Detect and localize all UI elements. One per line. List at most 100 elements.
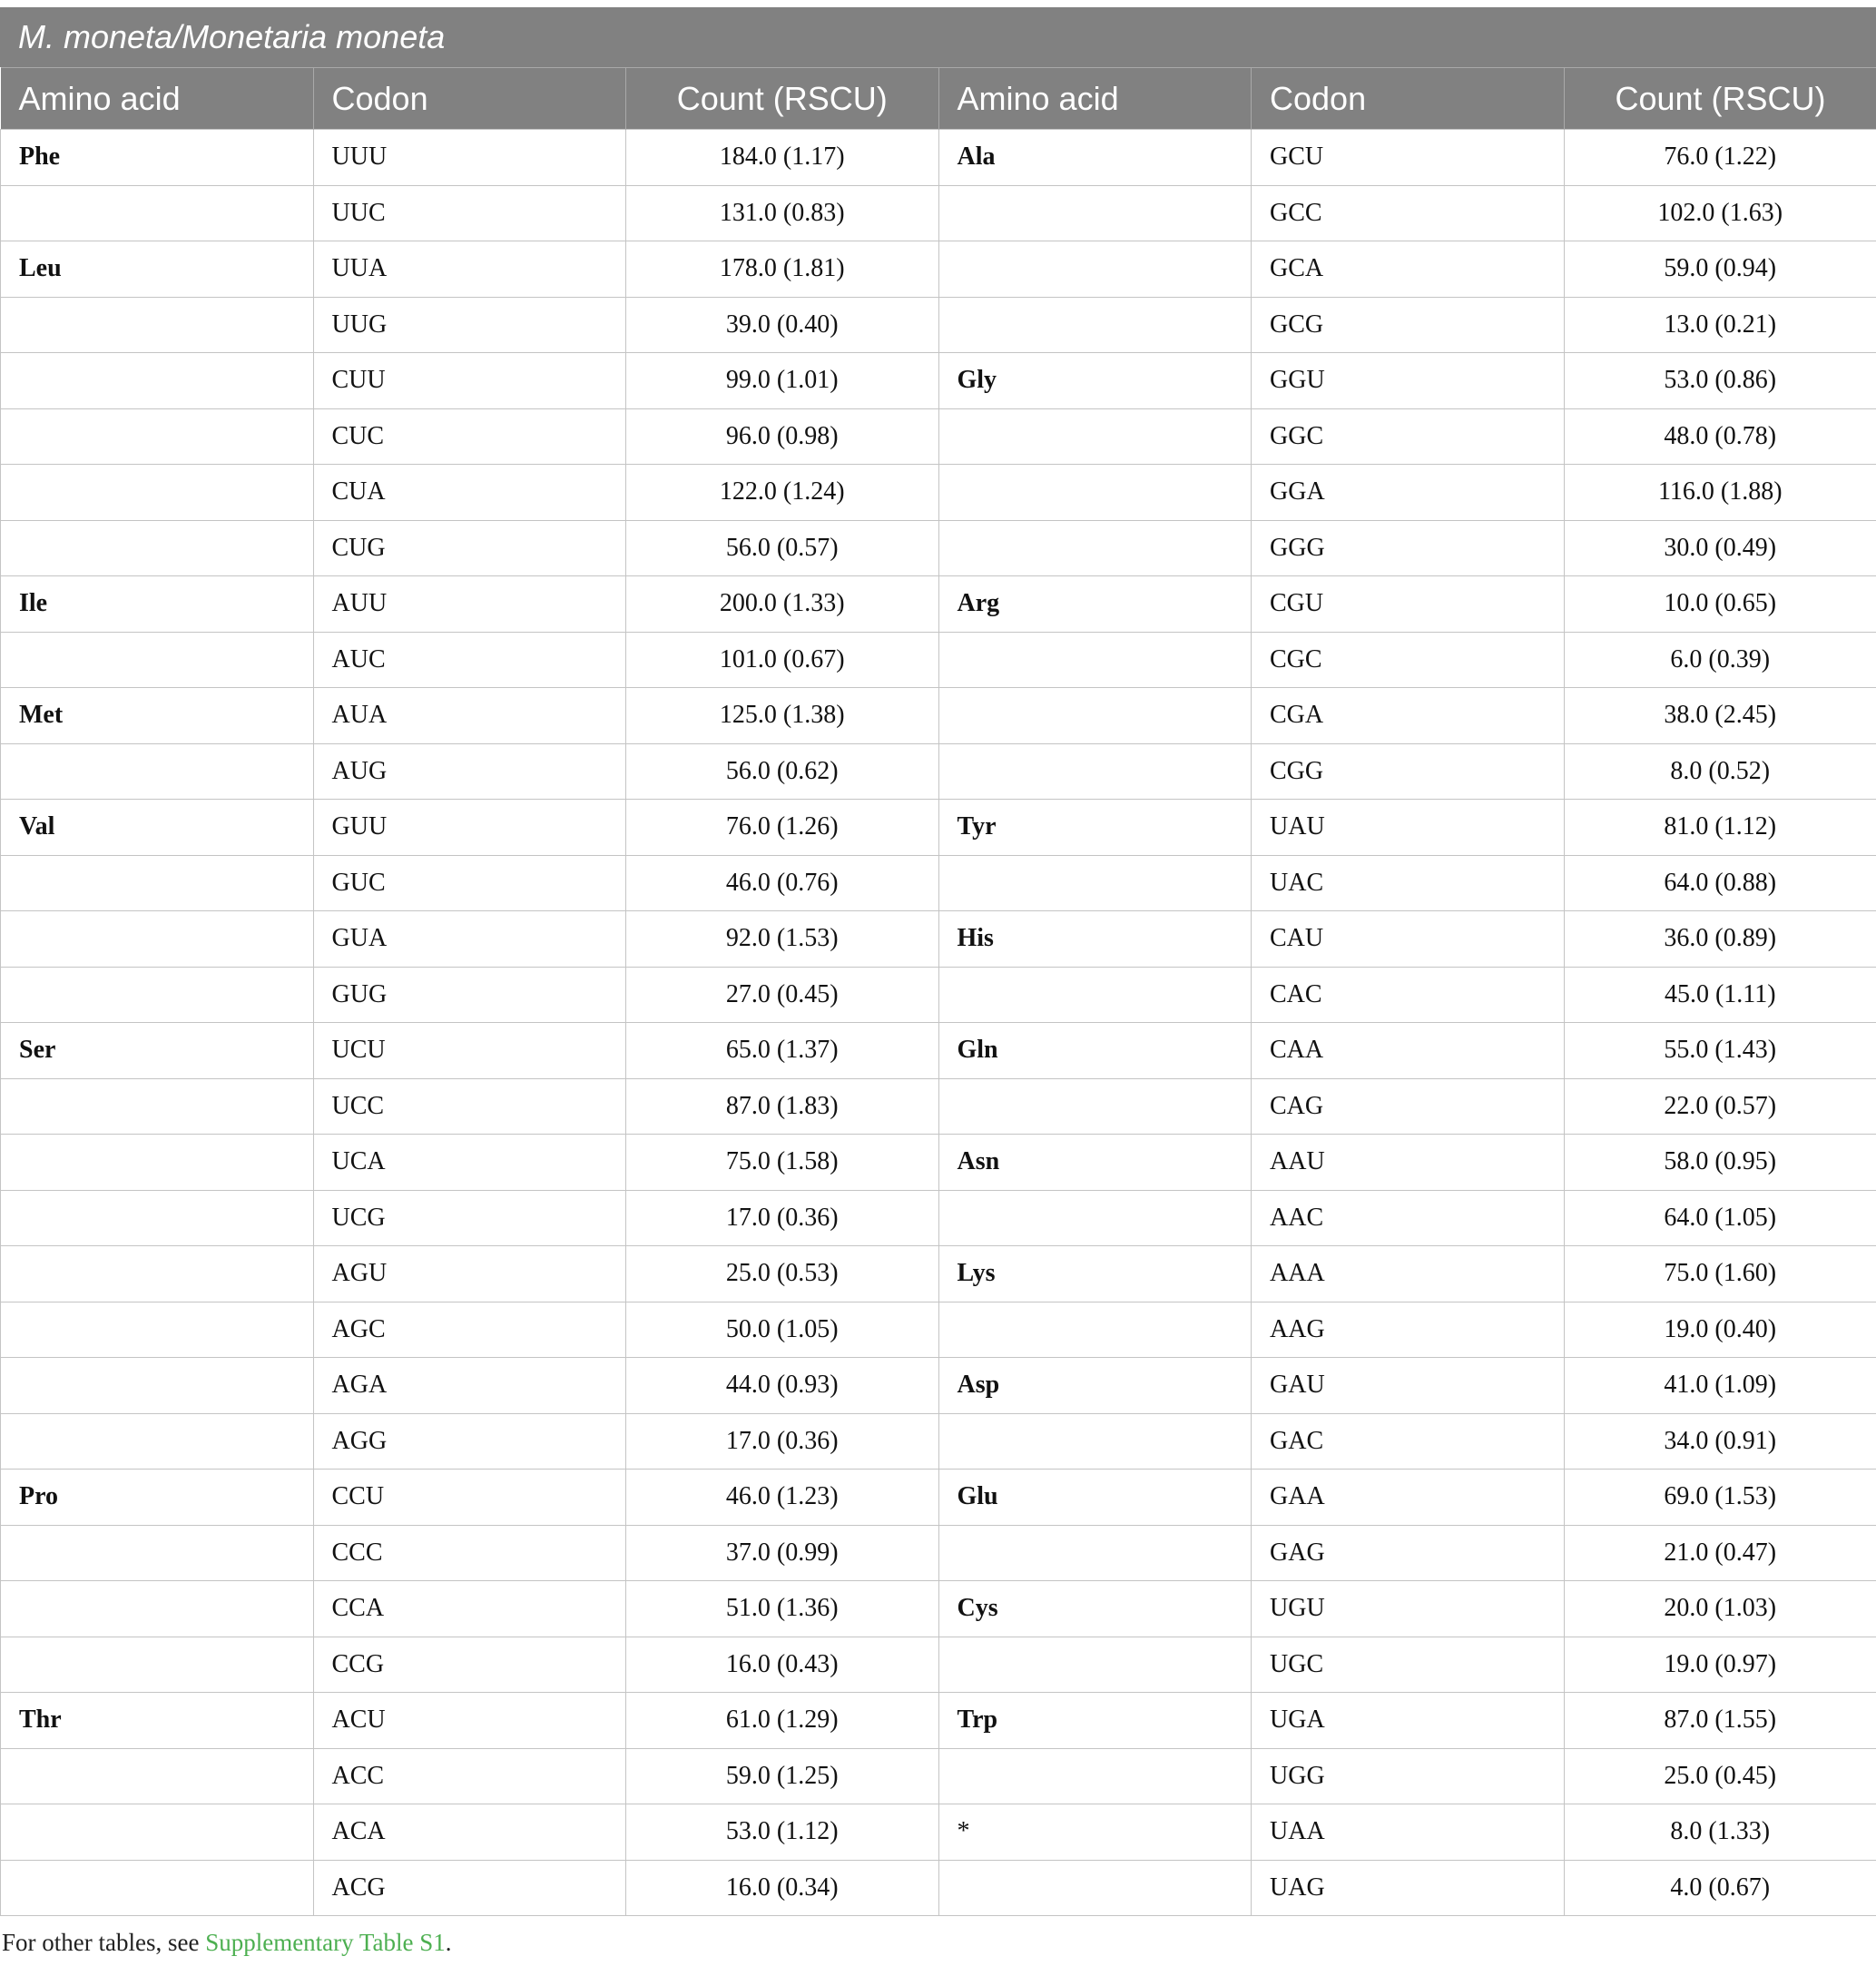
amino-acid-left-cell — [0, 1412, 314, 1470]
codon-right-cell: GAU — [1251, 1357, 1565, 1414]
codon-right-cell: AAU — [1251, 1134, 1565, 1191]
codon-left-cell: CUA — [312, 464, 626, 521]
amino-acid-left-cell — [0, 910, 314, 968]
count-rscu-left-cell: 56.0 (0.57) — [625, 519, 939, 576]
amino-acid-right-cell — [938, 966, 1252, 1023]
amino-acid-right-cell — [938, 742, 1252, 800]
footnote-suffix: . — [445, 1929, 452, 1956]
amino-acid-right-cell — [938, 1189, 1252, 1246]
codon-left-cell: UUG — [312, 296, 626, 353]
amino-acid-left-cell: Val — [0, 799, 314, 856]
count-rscu-left-cell: 92.0 (1.53) — [625, 910, 939, 968]
codon-right-cell: UAC — [1251, 854, 1565, 911]
count-rscu-right-cell: 8.0 (1.33) — [1563, 1804, 1876, 1861]
table-row: Phe UUU 184.0 (1.17) Ala GCU 76.0 (1.22) — [0, 129, 1876, 186]
codon-left-cell: CUG — [312, 519, 626, 576]
amino-acid-right-cell — [938, 1301, 1252, 1358]
codon-left-cell: ACU — [312, 1692, 626, 1749]
codon-left-cell: AGA — [312, 1357, 626, 1414]
amino-acid-left-cell — [0, 742, 314, 800]
count-rscu-left-cell: 44.0 (0.93) — [625, 1357, 939, 1414]
count-rscu-right-cell: 34.0 (0.91) — [1563, 1412, 1876, 1470]
amino-acid-left-cell: Ser — [0, 1022, 314, 1079]
count-rscu-left-cell: 51.0 (1.36) — [625, 1580, 939, 1637]
amino-acid-right-cell: Cys — [938, 1580, 1252, 1637]
table-row: GUC 46.0 (0.76) UAC 64.0 (0.88) — [0, 854, 1876, 911]
codon-right-cell: AAG — [1251, 1301, 1565, 1358]
count-rscu-right-cell: 76.0 (1.22) — [1563, 129, 1876, 186]
count-rscu-left-cell: 131.0 (0.83) — [625, 184, 939, 241]
table-row: CUA 122.0 (1.24) GGA 116.0 (1.88) — [0, 464, 1876, 521]
codon-left-cell: CCG — [312, 1636, 626, 1693]
amino-acid-left-cell: Ile — [0, 575, 314, 633]
count-rscu-right-cell: 87.0 (1.55) — [1563, 1692, 1876, 1749]
amino-acid-left-cell — [0, 1524, 314, 1581]
amino-acid-left-cell — [0, 1077, 314, 1135]
count-rscu-right-cell: 19.0 (0.40) — [1563, 1301, 1876, 1358]
count-rscu-right-cell: 10.0 (0.65) — [1563, 575, 1876, 633]
count-rscu-left-cell: 101.0 (0.67) — [625, 631, 939, 688]
codon-left-cell: ACA — [312, 1804, 626, 1861]
count-rscu-left-cell: 184.0 (1.17) — [625, 129, 939, 186]
codon-right-cell: GCU — [1251, 129, 1565, 186]
codon-right-cell: CAC — [1251, 966, 1565, 1023]
count-rscu-left-cell: 16.0 (0.43) — [625, 1636, 939, 1693]
codon-right-cell: UAG — [1251, 1859, 1565, 1916]
amino-acid-right-cell: Glu — [938, 1469, 1252, 1526]
table-footnote: For other tables, see Supplementary Tabl… — [0, 1929, 1876, 1957]
codon-left-cell: UUA — [312, 241, 626, 298]
codon-left-cell: AGU — [312, 1245, 626, 1302]
amino-acid-right-cell: Ala — [938, 129, 1252, 186]
table-body: Phe UUU 184.0 (1.17) Ala GCU 76.0 (1.22) UUC 13… — [0, 129, 1876, 1916]
amino-acid-right-cell — [938, 1077, 1252, 1135]
count-rscu-left-cell: 56.0 (0.62) — [625, 742, 939, 800]
supplementary-table-link[interactable]: Supplementary Table S1 — [205, 1929, 446, 1956]
count-rscu-left-cell: 25.0 (0.53) — [625, 1245, 939, 1302]
amino-acid-right-cell — [938, 464, 1252, 521]
codon-left-cell: GUC — [312, 854, 626, 911]
codon-right-cell: CAU — [1251, 910, 1565, 968]
codon-left-cell: CCC — [312, 1524, 626, 1581]
count-rscu-right-cell: 19.0 (0.97) — [1563, 1636, 1876, 1693]
count-rscu-left-cell: 46.0 (1.23) — [625, 1469, 939, 1526]
count-rscu-right-cell: 22.0 (0.57) — [1563, 1077, 1876, 1135]
count-rscu-left-cell: 200.0 (1.33) — [625, 575, 939, 633]
amino-acid-left-cell — [0, 1580, 314, 1637]
table-row: AUC 101.0 (0.67) CGC 6.0 (0.39) — [0, 631, 1876, 688]
header-codon-right: Codon — [1251, 67, 1564, 130]
count-rscu-left-cell: 53.0 (1.12) — [625, 1804, 939, 1861]
table-header: Amino acid Codon Count (RSCU) Amino acid… — [0, 67, 1876, 130]
amino-acid-right-cell: Trp — [938, 1692, 1252, 1749]
amino-acid-right-cell: Asp — [938, 1357, 1252, 1414]
codon-right-cell: CGC — [1251, 631, 1565, 688]
amino-acid-left-cell — [0, 408, 314, 465]
count-rscu-left-cell: 17.0 (0.36) — [625, 1412, 939, 1470]
header-amino-acid-right: Amino acid — [938, 67, 1252, 130]
table-row: GUG 27.0 (0.45) CAC 45.0 (1.11) — [0, 966, 1876, 1023]
count-rscu-right-cell: 55.0 (1.43) — [1563, 1022, 1876, 1079]
amino-acid-right-cell: Arg — [938, 575, 1252, 633]
count-rscu-left-cell: 99.0 (1.01) — [625, 352, 939, 409]
amino-acid-left-cell — [0, 464, 314, 521]
amino-acid-left-cell — [0, 1859, 314, 1916]
codon-left-cell: GUG — [312, 966, 626, 1023]
amino-acid-left-cell: Pro — [0, 1469, 314, 1526]
table-row: Met AUA 125.0 (1.38) CGA 38.0 (2.45) — [0, 687, 1876, 744]
count-rscu-right-cell: 20.0 (1.03) — [1563, 1580, 1876, 1637]
amino-acid-left-cell — [0, 1357, 314, 1414]
amino-acid-right-cell — [938, 1524, 1252, 1581]
amino-acid-right-cell: * — [938, 1804, 1252, 1861]
amino-acid-left-cell — [0, 352, 314, 409]
count-rscu-left-cell: 16.0 (0.34) — [625, 1859, 939, 1916]
codon-left-cell: ACG — [312, 1859, 626, 1916]
codon-left-cell: UCG — [312, 1189, 626, 1246]
codon-right-cell: CAA — [1251, 1022, 1565, 1079]
table-row: AGU 25.0 (0.53) Lys AAA 75.0 (1.60) — [0, 1245, 1876, 1302]
codon-right-cell: GAC — [1251, 1412, 1565, 1470]
table-row: Leu UUA 178.0 (1.81) GCA 59.0 (0.94) — [0, 241, 1876, 298]
count-rscu-right-cell: 30.0 (0.49) — [1563, 519, 1876, 576]
codon-right-cell: UGG — [1251, 1747, 1565, 1804]
count-rscu-left-cell: 37.0 (0.99) — [625, 1524, 939, 1581]
amino-acid-right-cell — [938, 1747, 1252, 1804]
count-rscu-left-cell: 75.0 (1.58) — [625, 1134, 939, 1191]
